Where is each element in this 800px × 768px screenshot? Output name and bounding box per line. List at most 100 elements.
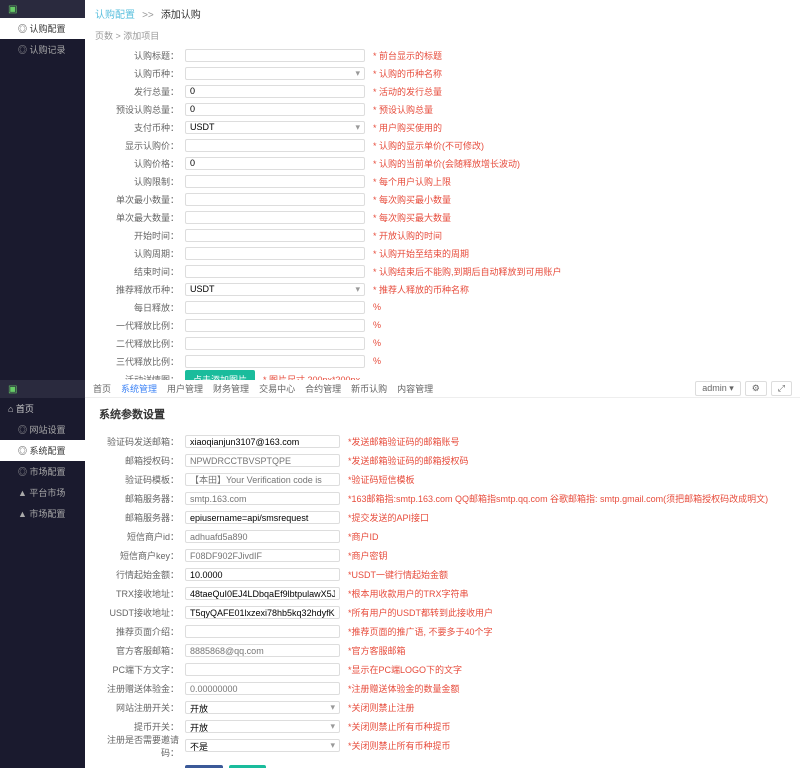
- field-hint: * 认购的当前单价(会随释放增长波动): [373, 157, 520, 170]
- text-input[interactable]: [185, 549, 340, 562]
- sidebar-item-0[interactable]: ◎ 认购配置: [0, 18, 85, 39]
- text-input[interactable]: [185, 492, 340, 505]
- user-menu[interactable]: admin ▾: [695, 381, 741, 396]
- topbar-tab-2[interactable]: 用户管理: [167, 382, 203, 395]
- text-input[interactable]: [185, 606, 340, 619]
- text-input[interactable]: [185, 139, 365, 152]
- field-hint: %: [373, 320, 381, 330]
- field-label: PC端下方文字：: [95, 663, 185, 676]
- sidebar: ▣ ⌂ 首页 ◎ 网站设置◎ 系统配置◎ 市场配置▲ 平台市场▲ 市场配置: [0, 380, 85, 768]
- field-label: 认购价格：: [95, 157, 185, 170]
- settings-icon[interactable]: ⚙: [745, 381, 767, 396]
- field-hint: *关闭则禁止注册: [348, 701, 415, 714]
- field-label: 结束时间：: [95, 265, 185, 278]
- text-input[interactable]: [185, 530, 340, 543]
- logo: ▣: [0, 0, 85, 18]
- breadcrumb-b: 添加认购: [161, 10, 201, 21]
- topbar-tab-5[interactable]: 合约管理: [305, 382, 341, 395]
- field-label: 验证码模板：: [95, 473, 185, 486]
- topbar-tab-7[interactable]: 内容管理: [397, 382, 433, 395]
- field-hint: * 开放认购的时间: [373, 229, 442, 242]
- field-label: 提币开关：: [95, 720, 185, 733]
- text-input[interactable]: [185, 211, 365, 224]
- sidebar-item-0[interactable]: ◎ 网站设置: [0, 419, 85, 440]
- sidebar-group-home[interactable]: ⌂ 首页: [0, 398, 85, 419]
- topbar: 首页系统管理用户管理财务管理交易中心合约管理新币认购内容管理 admin ▾ ⚙ ⤢: [85, 380, 800, 398]
- text-input[interactable]: [185, 625, 340, 638]
- sub-breadcrumb: 页数 > 添加项目: [85, 27, 800, 44]
- sidebar-item-1[interactable]: ◎ 认购记录: [0, 39, 85, 60]
- text-input[interactable]: [185, 301, 365, 314]
- field-label: 单次最小数量：: [95, 193, 185, 206]
- sidebar-item-4[interactable]: ▲ 市场配置: [0, 503, 85, 524]
- text-input[interactable]: [185, 193, 365, 206]
- text-input[interactable]: [185, 49, 365, 62]
- topbar-tab-6[interactable]: 新币认购: [351, 382, 387, 395]
- field-hint: *关闭则禁止所有币种提币: [348, 720, 451, 733]
- field-label: 单次最大数量：: [95, 211, 185, 224]
- field-hint: * 认购结束后不能购,到期后自动释放到可用账户: [373, 265, 562, 278]
- field-hint: *显示在PC端LOGO下的文字: [348, 663, 462, 676]
- text-input[interactable]: [185, 157, 365, 170]
- text-input[interactable]: [185, 435, 340, 448]
- sidebar-item-2[interactable]: ◎ 市场配置: [0, 461, 85, 482]
- text-input[interactable]: [185, 682, 340, 695]
- upload-image-button[interactable]: 点击添加图片: [185, 370, 255, 381]
- field-label: 认购标题：: [95, 49, 185, 62]
- text-input[interactable]: [185, 337, 365, 350]
- topbar-tab-0[interactable]: 首页: [93, 382, 111, 395]
- field-label: 邮箱授权码：: [95, 454, 185, 467]
- field-label: 三代释放比例：: [95, 355, 185, 368]
- submit-button[interactable]: 提交: [185, 765, 223, 768]
- text-input[interactable]: [185, 175, 365, 188]
- text-input[interactable]: [185, 587, 340, 600]
- field-label: 注册是否需要邀请码：: [95, 733, 185, 759]
- field-hint: * 每个用户认购上限: [373, 175, 451, 188]
- text-input[interactable]: [185, 473, 340, 486]
- text-input[interactable]: [185, 511, 340, 524]
- field-label: 官方客服邮箱：: [95, 644, 185, 657]
- text-input[interactable]: [185, 265, 365, 278]
- select-field[interactable]: 开放: [185, 720, 340, 733]
- select-field[interactable]: 不是: [185, 739, 340, 752]
- field-hint: * 认购开始至结束的周期: [373, 247, 469, 260]
- text-input[interactable]: [185, 247, 365, 260]
- select-field[interactable]: [185, 67, 365, 80]
- select-field[interactable]: USDT: [185, 121, 365, 134]
- text-input[interactable]: [185, 355, 365, 368]
- sidebar-item-3[interactable]: ▲ 平台市场: [0, 482, 85, 503]
- field-hint: * 认购的币种名称: [373, 67, 442, 80]
- breadcrumb: 认购配置 >> 添加认购: [85, 0, 800, 27]
- text-input[interactable]: [185, 644, 340, 657]
- text-input[interactable]: [185, 85, 365, 98]
- main: 认购配置 >> 添加认购 页数 > 添加项目 认购标题：* 前台显示的标题认购币…: [85, 0, 800, 380]
- back-button[interactable]: 返 回: [229, 765, 266, 768]
- field-label: 认购币种：: [95, 67, 185, 80]
- field-hint: *推荐页面的推广语, 不要多于40个字: [348, 625, 493, 638]
- sidebar-item-1[interactable]: ◎ 系统配置: [0, 440, 85, 461]
- topbar-tab-3[interactable]: 财务管理: [213, 382, 249, 395]
- text-input[interactable]: [185, 229, 365, 242]
- select-field[interactable]: USDT: [185, 283, 365, 296]
- breadcrumb-a[interactable]: 认购配置: [95, 10, 135, 21]
- field-hint: * 用户购买使用的: [373, 121, 442, 134]
- field-label: 推荐页面介绍：: [95, 625, 185, 638]
- fullscreen-icon[interactable]: ⤢: [771, 381, 792, 396]
- field-hint: *163邮箱指:smtp.163.com QQ邮箱指smtp.qq.com 谷歌…: [348, 492, 768, 505]
- form: 验证码发送邮箱：*发送邮箱验证码的邮箱账号邮箱授权码：*发送邮箱验证码的邮箱授权…: [85, 430, 800, 761]
- text-input[interactable]: [185, 663, 340, 676]
- field-hint: *验证码短信模板: [348, 473, 415, 486]
- field-label: 验证码发送邮箱：: [95, 435, 185, 448]
- field-label: 支付币种：: [95, 121, 185, 134]
- text-input[interactable]: [185, 319, 365, 332]
- text-input[interactable]: [185, 103, 365, 116]
- text-input[interactable]: [185, 454, 340, 467]
- select-field[interactable]: 开放: [185, 701, 340, 714]
- field-hint: %: [373, 356, 381, 366]
- topbar-tab-4[interactable]: 交易中心: [259, 382, 295, 395]
- field-label: 短信商户id：: [95, 530, 185, 543]
- topbar-tab-1[interactable]: 系统管理: [121, 382, 157, 395]
- field-label: 行情起始金额：: [95, 568, 185, 581]
- field-label: 网站注册开关：: [95, 701, 185, 714]
- text-input[interactable]: [185, 568, 340, 581]
